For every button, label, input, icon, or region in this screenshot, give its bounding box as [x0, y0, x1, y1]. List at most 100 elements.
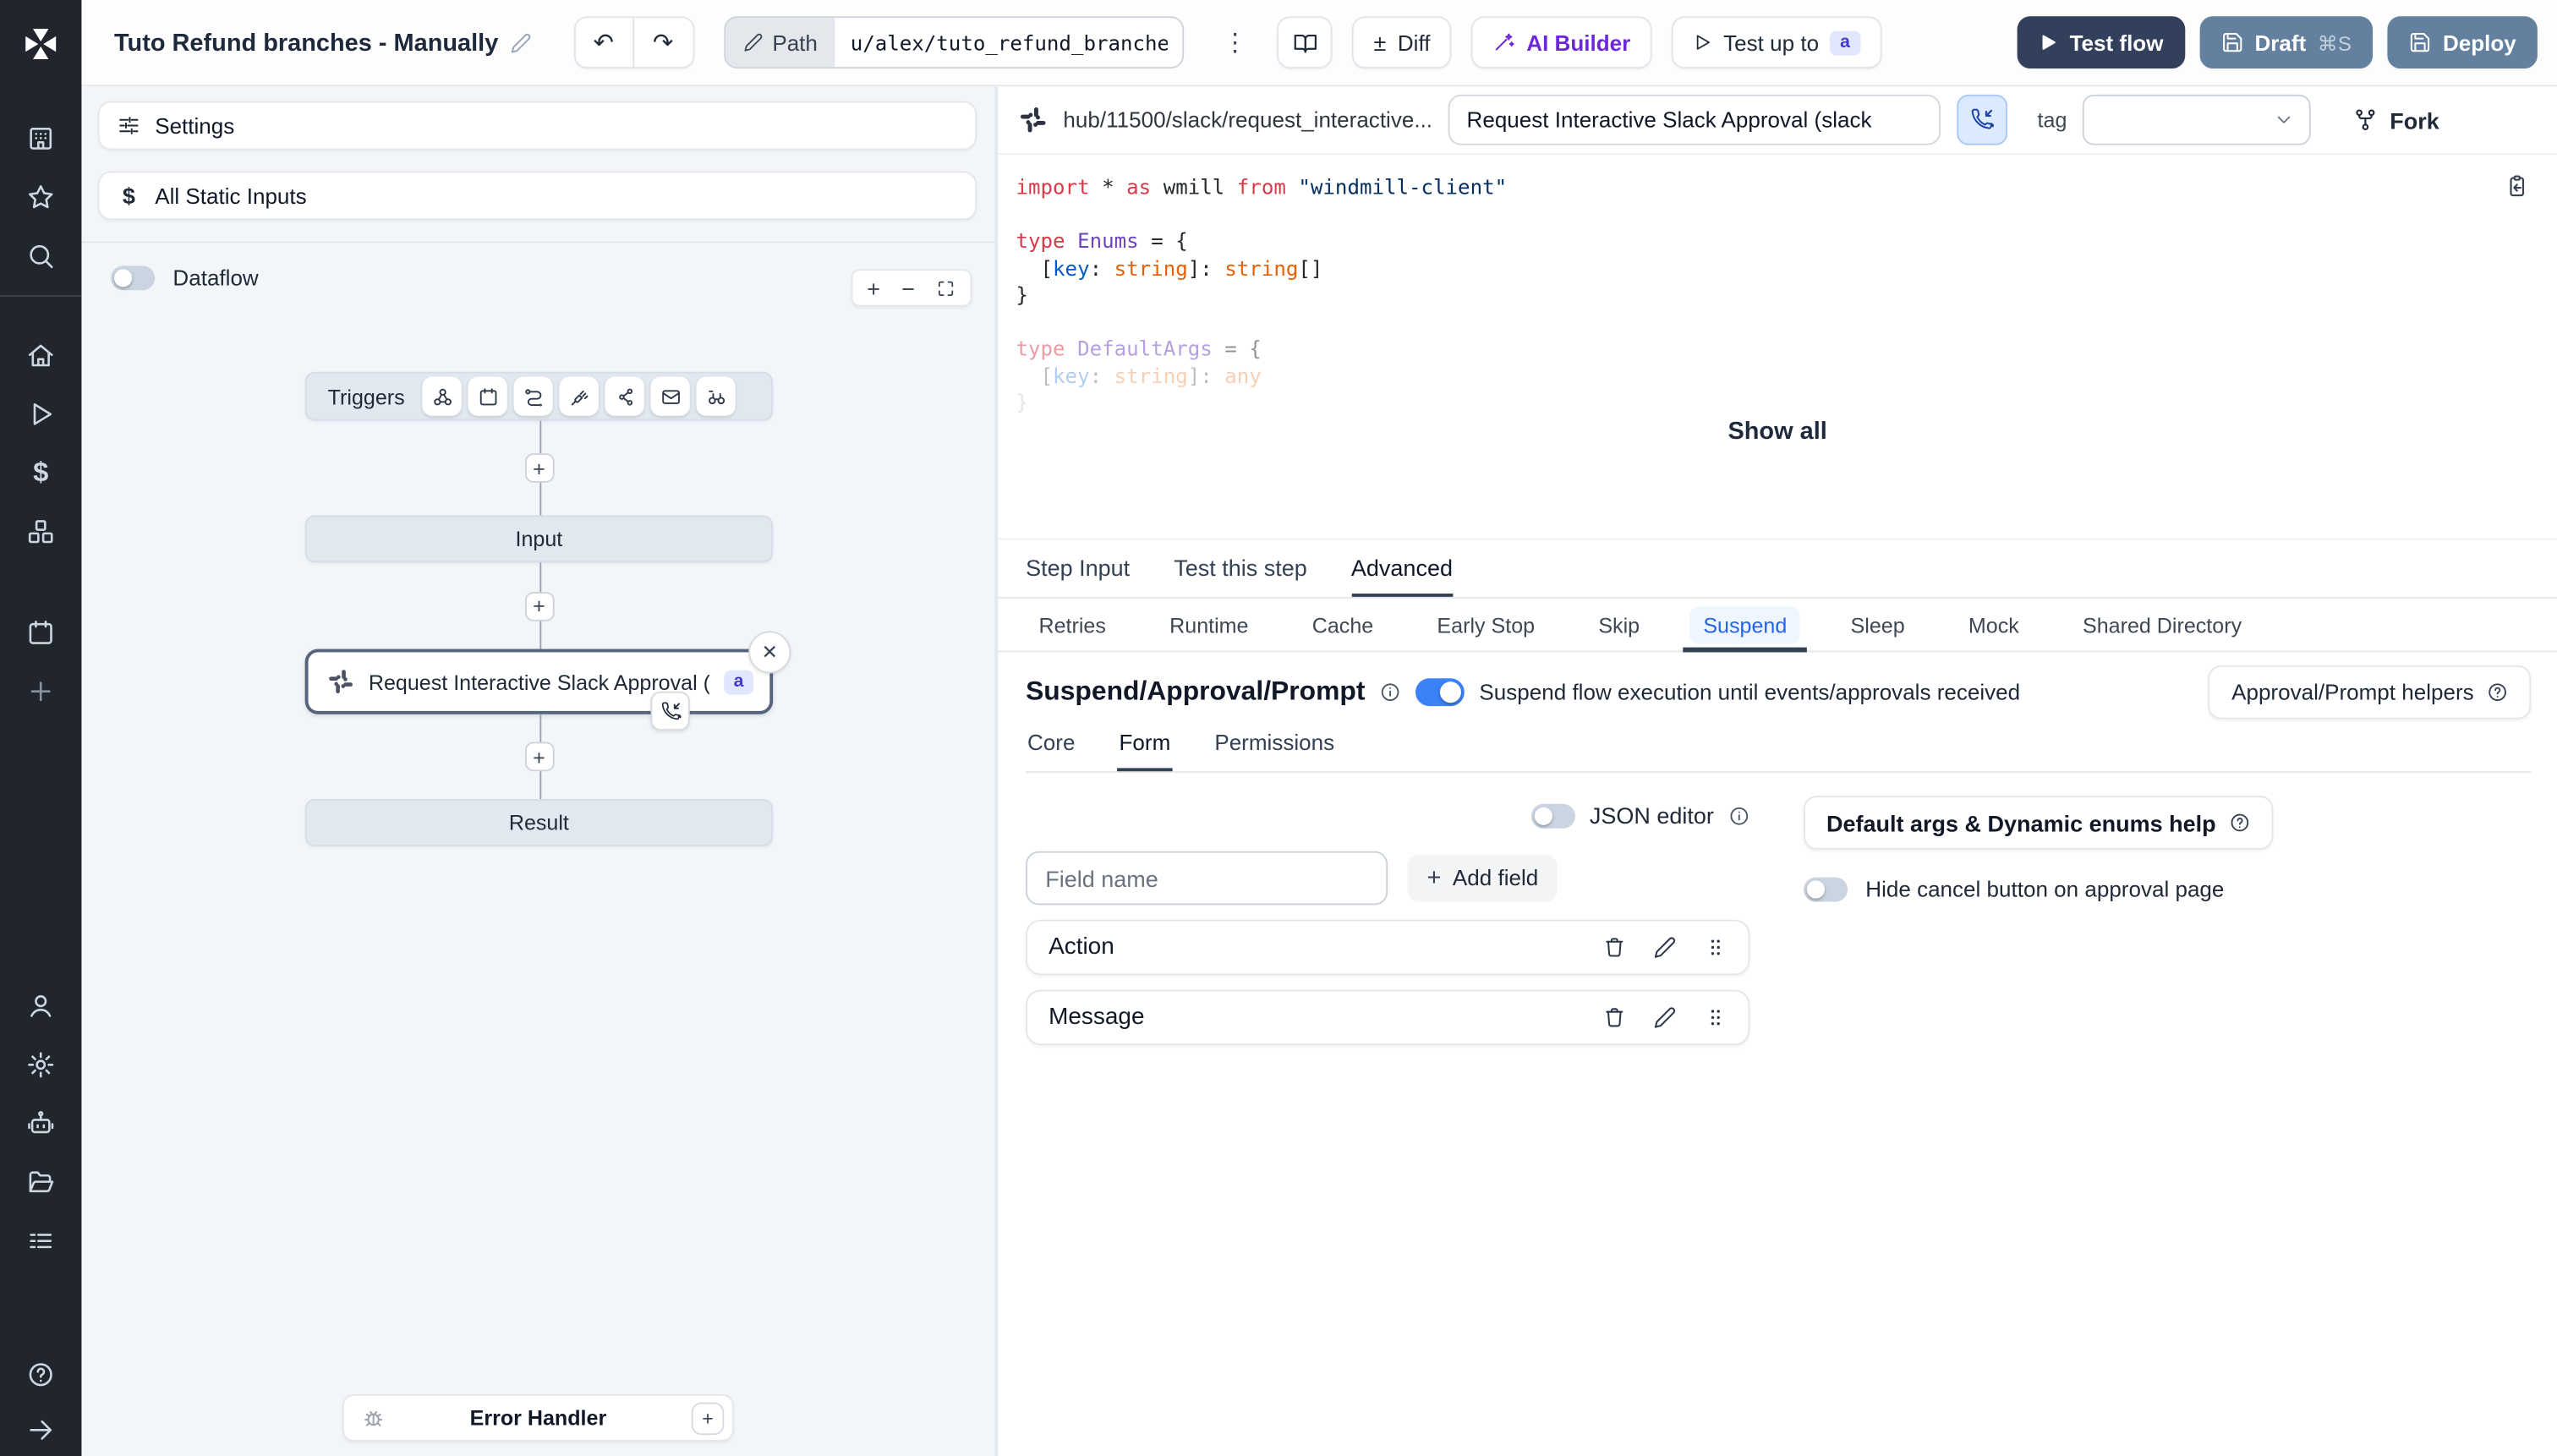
schedule-trigger-icon[interactable] — [468, 376, 508, 416]
tab-step-input[interactable]: Step Input — [1026, 539, 1130, 596]
ai-builder-button[interactable]: AI Builder — [1470, 16, 1652, 68]
path-label[interactable]: Path — [725, 18, 836, 68]
add-field-button[interactable]: + Add field — [1407, 854, 1558, 902]
insert-step-button[interactable]: + — [524, 591, 554, 621]
test-up-to-button[interactable]: Test up to a — [1671, 16, 1881, 68]
zoom-out-icon[interactable]: − — [901, 276, 915, 299]
expand-sidebar-icon[interactable] — [0, 1404, 81, 1456]
webhook-trigger-icon[interactable] — [422, 376, 463, 416]
poll-trigger-icon[interactable] — [696, 376, 736, 416]
subtab-suspend[interactable]: Suspend — [1684, 605, 1808, 652]
plusminus-icon: ± — [1373, 29, 1387, 56]
all-static-inputs-button[interactable]: $ All Static Inputs — [97, 171, 977, 221]
tag-label: tag — [2037, 107, 2067, 133]
step-summary-input[interactable] — [1448, 94, 1941, 145]
edit-field-pencil-icon[interactable] — [1654, 936, 1677, 959]
flow-settings-button[interactable]: Settings — [97, 101, 977, 151]
info-icon[interactable] — [1380, 681, 1401, 703]
input-node[interactable]: Input — [304, 515, 774, 563]
suspend-indicator-button[interactable] — [1957, 94, 2008, 145]
deploy-button[interactable]: Deploy — [2387, 16, 2538, 68]
dataflow-toggle[interactable] — [111, 265, 156, 291]
json-editor-toggle[interactable] — [1530, 802, 1575, 828]
fork-button[interactable]: Fork — [2354, 107, 2439, 133]
drag-handle-grip-icon[interactable] — [1704, 936, 1727, 959]
delete-field-trash-icon[interactable] — [1603, 936, 1626, 959]
path-input[interactable] — [835, 18, 1183, 68]
show-all-button[interactable]: Show all — [998, 419, 2557, 446]
resources-icon[interactable] — [0, 502, 81, 561]
audit-logs-icon[interactable] — [0, 1212, 81, 1270]
code-preview[interactable]: import * as wmill from "windmill-client"… — [998, 155, 2557, 540]
favorites-star-icon[interactable] — [0, 168, 81, 227]
drag-handle-grip-icon[interactable] — [1704, 1006, 1727, 1029]
kafka-trigger-icon[interactable] — [605, 376, 645, 416]
workers-robot-icon[interactable] — [0, 1094, 81, 1152]
insert-step-button[interactable]: + — [524, 453, 554, 483]
subtab-early-stop[interactable]: Early Stop — [1424, 605, 1548, 643]
copy-code-icon[interactable] — [2505, 174, 2529, 206]
form-right-column: Default args & Dynamic enums help Hide c… — [1803, 794, 2293, 1045]
error-handler-node[interactable]: Error Handler + — [342, 1393, 734, 1442]
home-icon[interactable] — [0, 326, 81, 385]
test-flow-button[interactable]: Test flow — [2017, 16, 2185, 68]
form-field-row[interactable]: Action — [1026, 919, 1750, 976]
workspace-icon[interactable] — [0, 109, 81, 167]
folders-icon[interactable] — [0, 1152, 81, 1211]
diff-button[interactable]: ± Diff — [1352, 16, 1452, 68]
suspend-toggle[interactable] — [1415, 678, 1465, 707]
user-icon[interactable] — [0, 977, 81, 1035]
itab-form[interactable]: Form — [1117, 731, 1173, 772]
undo-button[interactable]: ↶ — [573, 16, 634, 68]
edit-title-icon[interactable] — [510, 32, 531, 53]
redo-button[interactable]: ↷ — [633, 16, 694, 68]
edge-input-step: + — [305, 562, 773, 649]
windmill-logo[interactable] — [0, 0, 81, 86]
docs-book-button[interactable] — [1277, 16, 1333, 68]
websocket-trigger-icon[interactable] — [559, 376, 600, 416]
settings-gear-icon[interactable] — [0, 1036, 81, 1094]
subtab-skip[interactable]: Skip — [1585, 605, 1653, 643]
search-icon[interactable] — [0, 227, 81, 285]
insert-step-button[interactable]: + — [524, 742, 554, 772]
settings-label: Settings — [155, 113, 235, 138]
fit-view-icon[interactable] — [936, 278, 955, 298]
triggers-node[interactable]: Triggers — [304, 371, 774, 421]
subtab-retries[interactable]: Retries — [1026, 605, 1119, 643]
subtab-mock[interactable]: Mock — [1955, 605, 2032, 643]
zoom-in-icon[interactable]: + — [867, 276, 880, 299]
runs-icon[interactable] — [0, 385, 81, 443]
subtab-shared-directory[interactable]: Shared Directory — [2070, 605, 2255, 643]
draft-button[interactable]: Draft ⌘S — [2198, 16, 2374, 68]
add-error-handler-button[interactable]: + — [691, 1401, 725, 1435]
result-node[interactable]: Result — [304, 798, 774, 846]
default-args-help-button[interactable]: Default args & Dynamic enums help — [1803, 796, 2274, 850]
subtab-runtime[interactable]: Runtime — [1157, 605, 1262, 643]
delete-step-icon[interactable]: ✕ — [748, 631, 791, 674]
add-menu-icon[interactable] — [0, 662, 81, 720]
schedules-icon[interactable] — [0, 604, 81, 662]
tab-advanced[interactable]: Advanced — [1350, 539, 1453, 597]
approval-prompt-helpers-button[interactable]: Approval/Prompt helpers — [2209, 665, 2532, 720]
variables-icon[interactable]: $ — [0, 444, 81, 502]
tag-select[interactable] — [2083, 94, 2312, 145]
hide-cancel-toggle[interactable] — [1803, 877, 1848, 902]
itab-core[interactable]: Core — [1026, 731, 1076, 771]
info-icon[interactable] — [1728, 805, 1749, 826]
subtab-cache[interactable]: Cache — [1299, 605, 1386, 643]
http-route-trigger-icon[interactable] — [513, 376, 554, 416]
hub-script-path[interactable]: hub/11500/slack/request_interactive... — [1063, 107, 1432, 132]
graph-zoom-controls: + − — [850, 269, 972, 307]
form-field-row[interactable]: Message — [1026, 989, 1750, 1046]
edit-field-pencil-icon[interactable] — [1654, 1006, 1677, 1029]
delete-field-trash-icon[interactable] — [1603, 1006, 1626, 1029]
email-trigger-icon[interactable] — [650, 376, 691, 416]
help-icon[interactable] — [0, 1345, 81, 1404]
subtab-sleep[interactable]: Sleep — [1837, 605, 1918, 643]
tab-test-this-step[interactable]: Test this step — [1174, 539, 1307, 596]
itab-permissions[interactable]: Permissions — [1213, 731, 1336, 771]
dataflow-label: Dataflow — [172, 265, 259, 291]
more-options-kebab-icon[interactable]: ⋮ — [1218, 28, 1251, 57]
field-name-input[interactable] — [1026, 851, 1388, 906]
slack-approval-step-node[interactable]: Request Interactive Slack Approval (... … — [304, 631, 791, 731]
